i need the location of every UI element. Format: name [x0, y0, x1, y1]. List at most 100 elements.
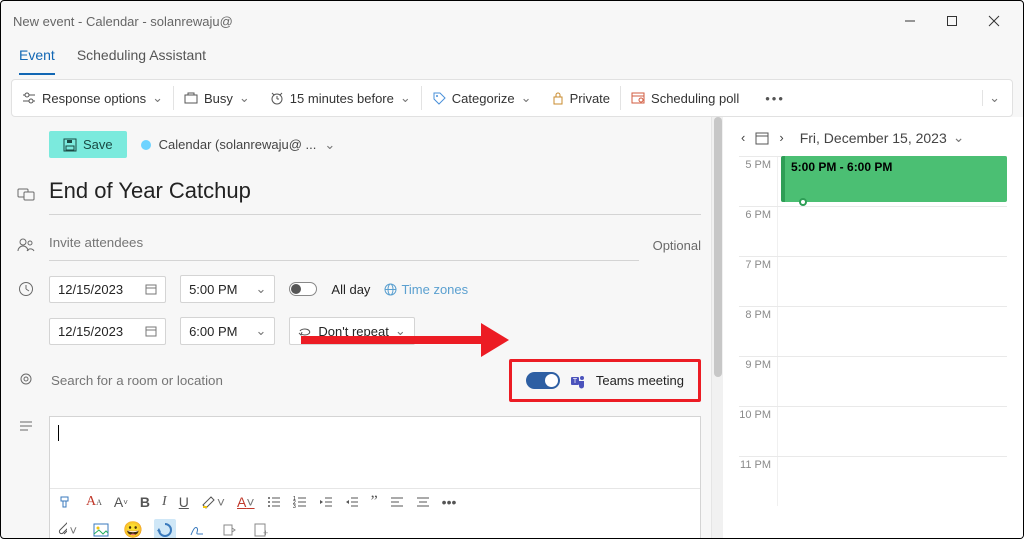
- description-editor: AA A˅ B I U ˅ A˅ 123 ” •••: [49, 416, 701, 538]
- time-grid[interactable]: 5:00 PM - 6:00 PM 5 PM 6 PM 7 PM 8 PM 9 …: [739, 156, 1007, 532]
- day-navigator: ‹ › Fri, December 15, 2023 ⌄: [739, 123, 1007, 156]
- busy-label: Busy: [204, 91, 233, 106]
- start-date-picker[interactable]: 12/15/2023: [49, 276, 166, 303]
- hour-label: 7 PM: [739, 257, 777, 306]
- chevron-down-icon: ⌄: [324, 137, 335, 153]
- outdent-button[interactable]: [319, 496, 333, 508]
- end-time-picker[interactable]: 6:00 PM ⌄: [180, 317, 275, 345]
- day-next-button[interactable]: ›: [779, 130, 783, 145]
- format-painter-button[interactable]: [58, 494, 74, 510]
- title-icon: [17, 186, 35, 202]
- attendees-row: Optional: [17, 229, 701, 261]
- day-prev-button[interactable]: ‹: [741, 130, 745, 145]
- chevron-down-icon: ⌄: [395, 323, 406, 339]
- svg-text:+: +: [263, 528, 268, 538]
- numbered-list-button[interactable]: 123: [293, 496, 307, 508]
- teams-meeting-toggle[interactable]: [526, 372, 560, 389]
- description-textarea[interactable]: [50, 417, 700, 488]
- more-options-button[interactable]: •••: [749, 80, 801, 116]
- scrollbar-thumb[interactable]: [714, 117, 722, 377]
- day-date-button[interactable]: Fri, December 15, 2023 ⌄: [800, 129, 965, 146]
- day-date-label: Fri, December 15, 2023: [800, 130, 947, 146]
- save-button[interactable]: Save: [49, 131, 127, 158]
- title-row: [17, 172, 701, 215]
- repeat-icon: [298, 325, 312, 337]
- insert-signature-button[interactable]: [186, 519, 208, 538]
- repeat-picker[interactable]: Don't repeat ⌄: [289, 317, 414, 345]
- chevron-down-icon: ⌄: [400, 90, 411, 106]
- format-more-button[interactable]: •••: [442, 494, 457, 510]
- body: Save Calendar (solanrewaju@ ... ⌄: [1, 117, 1023, 538]
- hour-label: 8 PM: [739, 307, 777, 356]
- all-day-toggle[interactable]: [289, 282, 317, 296]
- apps-button[interactable]: +: [250, 519, 272, 538]
- today-icon[interactable]: [755, 131, 769, 145]
- insert-image-button[interactable]: [90, 519, 112, 538]
- toolbar-container: Response options ⌄ Busy ⌄ 15 minutes bef…: [1, 75, 1023, 117]
- insert-emoji-button[interactable]: 😀: [122, 519, 144, 538]
- time-zones-button[interactable]: Time zones: [384, 282, 468, 297]
- align-center-button[interactable]: [416, 496, 430, 508]
- editor-button[interactable]: [218, 519, 240, 538]
- insert-toolbar: ˅ 😀 +: [50, 515, 700, 538]
- response-options-label: Response options: [42, 91, 146, 106]
- hour-label: 6 PM: [739, 207, 777, 256]
- svg-text:3: 3: [293, 504, 296, 508]
- maximize-button[interactable]: [935, 7, 969, 35]
- categorize-label: Categorize: [452, 91, 515, 106]
- event-title-input[interactable]: [49, 172, 701, 215]
- underline-button[interactable]: U: [179, 494, 189, 510]
- minimize-button[interactable]: [893, 7, 927, 35]
- window-controls: [893, 7, 1011, 35]
- font-size-button[interactable]: A˅: [114, 494, 128, 510]
- calendar-icon: [145, 283, 157, 295]
- invite-attendees-input[interactable]: [49, 229, 639, 261]
- private-button[interactable]: Private: [542, 80, 620, 116]
- hour-label: 5 PM: [739, 157, 777, 206]
- response-options-button[interactable]: Response options ⌄: [12, 80, 173, 116]
- highlight-button[interactable]: ˅: [201, 494, 225, 510]
- end-time-value: 6:00 PM: [189, 324, 237, 339]
- location-input[interactable]: [49, 372, 289, 389]
- start-time-picker[interactable]: 5:00 PM ⌄: [180, 275, 275, 303]
- all-day-label: All day: [331, 282, 370, 297]
- bold-button[interactable]: B: [140, 494, 150, 510]
- end-date-picker[interactable]: 12/15/2023: [49, 318, 166, 345]
- repeat-label: Don't repeat: [318, 324, 388, 339]
- poll-icon: [631, 91, 645, 105]
- start-time-row: 12/15/2023 5:00 PM ⌄ All day Time zones: [17, 275, 701, 303]
- categorize-button[interactable]: Categorize ⌄: [422, 80, 542, 116]
- close-button[interactable]: [977, 7, 1011, 35]
- italic-button[interactable]: I: [162, 494, 167, 510]
- toolbar-end: ⌄: [982, 90, 1012, 106]
- ribbon-expand-button[interactable]: ⌄: [982, 90, 1006, 106]
- main-tabs: Event Scheduling Assistant: [1, 41, 1023, 75]
- save-row: Save Calendar (solanrewaju@ ... ⌄: [17, 131, 701, 158]
- indent-button[interactable]: [345, 496, 359, 508]
- tab-scheduling-assistant[interactable]: Scheduling Assistant: [77, 41, 206, 75]
- reminder-button[interactable]: 15 minutes before ⌄: [260, 80, 421, 116]
- event-form-pane: Save Calendar (solanrewaju@ ... ⌄: [1, 117, 711, 538]
- start-date-value: 12/15/2023: [58, 282, 123, 297]
- quote-button[interactable]: ”: [371, 493, 378, 511]
- font-family-button[interactable]: AA: [86, 494, 102, 510]
- bullets-button[interactable]: [267, 496, 281, 508]
- hour-label: 10 PM: [739, 407, 777, 456]
- end-date-value: 12/15/2023: [58, 324, 123, 339]
- optional-attendees-button[interactable]: Optional: [653, 238, 701, 253]
- description-row: AA A˅ B I U ˅ A˅ 123 ” •••: [17, 416, 701, 538]
- tab-event[interactable]: Event: [19, 41, 55, 75]
- chevron-down-icon: ⌄: [256, 281, 267, 297]
- scheduling-poll-button[interactable]: Scheduling poll: [621, 80, 749, 116]
- svg-text:T: T: [573, 378, 578, 385]
- attach-button[interactable]: ˅: [58, 519, 80, 538]
- save-icon: [63, 138, 77, 152]
- insert-loop-button[interactable]: [154, 519, 176, 538]
- scrollbar[interactable]: [711, 117, 723, 538]
- align-left-button[interactable]: [390, 496, 404, 508]
- calendar-picker[interactable]: Calendar (solanrewaju@ ... ⌄: [141, 137, 336, 153]
- busy-status-button[interactable]: Busy ⌄: [174, 80, 260, 116]
- font-color-button[interactable]: A˅: [237, 494, 255, 510]
- text-caret: [58, 425, 59, 441]
- time-zones-label: Time zones: [401, 282, 468, 297]
